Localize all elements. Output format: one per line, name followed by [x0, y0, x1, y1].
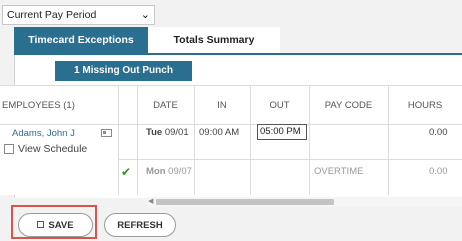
timecard-grid: EMPLOYEES (1) DATE IN OUT PAY CODE HOURS…	[0, 85, 462, 195]
save-button[interactable]: SAVE	[18, 213, 93, 237]
column-divider	[309, 85, 310, 195]
row-date: 09/01	[164, 127, 189, 138]
row-pay-code[interactable]: OVERTIME	[314, 166, 363, 177]
column-header-out[interactable]: OUT	[250, 85, 309, 125]
tab-bar: Timecard Exceptions Totals Summary	[14, 27, 462, 55]
column-divider	[388, 85, 389, 195]
horizontal-scrollbar[interactable]: ◀	[147, 197, 462, 207]
row-divider	[118, 159, 462, 160]
row-day: Mon	[146, 166, 166, 177]
scroll-thumb[interactable]	[156, 199, 334, 205]
view-schedule-checkbox[interactable]: View Schedule	[4, 143, 87, 155]
missing-out-punch-button[interactable]: 1 Missing Out Punch	[55, 61, 192, 81]
column-header-employees[interactable]: EMPLOYEES (1)	[0, 85, 118, 125]
row-hours: 0.00	[429, 166, 448, 177]
column-header-status	[118, 85, 137, 125]
scroll-left-icon[interactable]: ◀	[148, 197, 153, 207]
row-in-time[interactable]: 09:00 AM	[199, 127, 239, 138]
column-header-in[interactable]: IN	[194, 85, 250, 125]
table-row-date: Tue 09/01	[146, 127, 189, 138]
column-header-pay-code[interactable]: PAY CODE	[309, 85, 388, 125]
out-time-input[interactable]: 05:00 PM	[257, 124, 307, 140]
save-icon	[37, 220, 45, 228]
refresh-button[interactable]: REFRESH	[104, 213, 176, 237]
column-divider	[250, 85, 251, 195]
table-row-date: Mon 09/07	[146, 166, 192, 177]
column-divider	[194, 85, 195, 195]
pay-period-select[interactable]: Current Pay Period ⌄	[2, 5, 155, 25]
pay-period-value: Current Pay Period	[7, 9, 97, 21]
tab-totals-summary[interactable]: Totals Summary	[148, 27, 280, 53]
row-hours: 0.00	[429, 127, 448, 138]
column-header-date[interactable]: DATE	[137, 85, 194, 125]
column-divider	[137, 85, 138, 195]
employee-card-icon[interactable]	[101, 129, 112, 137]
column-header-hours[interactable]: HOURS	[388, 85, 462, 125]
view-schedule-label: View Schedule	[18, 143, 88, 155]
employee-name-link[interactable]: Adams, John J	[12, 128, 75, 139]
checkbox-icon[interactable]	[4, 144, 14, 155]
row-date: 09/07	[168, 166, 192, 177]
chevron-down-icon: ⌄	[140, 9, 150, 21]
save-button-label: SAVE	[48, 220, 74, 231]
tab-timecard-exceptions[interactable]: Timecard Exceptions	[14, 27, 148, 53]
approved-check-icon[interactable]: ✔	[121, 165, 131, 179]
column-divider	[118, 85, 119, 195]
row-day: Tue	[146, 127, 163, 138]
